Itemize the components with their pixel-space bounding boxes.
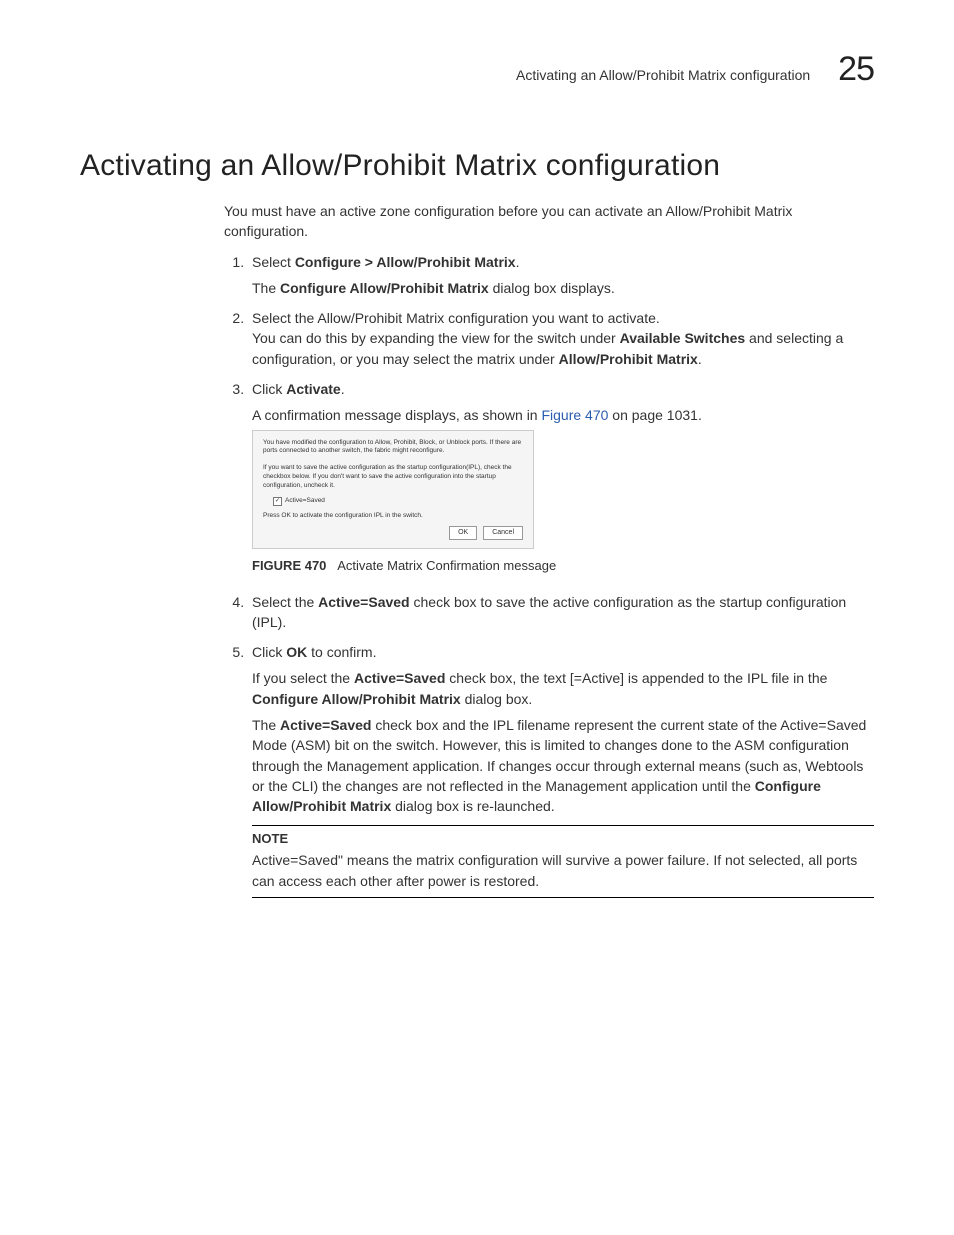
text: Select	[252, 254, 295, 270]
note-block: NOTE Active=Saved" means the matrix conf…	[252, 825, 874, 898]
step-5-paragraph-1: If you select the Active=Saved check box…	[252, 668, 874, 709]
note-title: NOTE	[252, 830, 874, 849]
text: to confirm.	[307, 644, 376, 660]
text: on page 1031.	[608, 407, 701, 423]
text: Select the	[252, 594, 318, 610]
button-name-activate: Activate	[286, 381, 340, 397]
chapter-number: 25	[838, 50, 874, 89]
figure-label: FIGURE 470	[252, 558, 326, 573]
active-saved-checkbox-row: ✓ Active=Saved	[273, 497, 523, 506]
text: dialog box displays.	[489, 280, 615, 296]
text: dialog box.	[461, 691, 533, 707]
cancel-button[interactable]: Cancel	[483, 526, 523, 539]
note-body: Active=Saved" means the matrix configura…	[252, 850, 874, 891]
step-5-paragraph-2: The Active=Saved check box and the IPL f…	[252, 715, 874, 816]
section-title: Activating an Allow/Prohibit Matrix conf…	[80, 149, 874, 183]
step-3: Click Activate. A confirmation message d…	[248, 379, 874, 575]
figure-caption-text: Activate Matrix Confirmation message	[337, 558, 556, 573]
text: You can do this by expanding the view fo…	[252, 330, 620, 346]
label-active-saved: Active=Saved	[280, 717, 371, 733]
step-2: Select the Allow/Prohibit Matrix configu…	[248, 308, 874, 369]
step-5: Click OK to confirm. If you select the A…	[248, 642, 874, 898]
text: The	[252, 280, 280, 296]
dialog-name: Configure Allow/Prohibit Matrix	[280, 280, 489, 296]
content-body: You must have an active zone configurati…	[224, 201, 874, 898]
figure-470-dialog: You have modified the configuration to A…	[252, 430, 534, 549]
figure-470-link[interactable]: Figure 470	[541, 407, 608, 423]
label-available-switches: Available Switches	[620, 330, 746, 346]
text: .	[341, 381, 345, 397]
step-3-result: A confirmation message displays, as show…	[252, 405, 874, 425]
step-1: Select Configure > Allow/Prohibit Matrix…	[248, 252, 874, 299]
text: A confirmation message displays, as show…	[252, 407, 541, 423]
running-header: Activating an Allow/Prohibit Matrix conf…	[80, 50, 874, 89]
text: Click	[252, 644, 286, 660]
checkbox-icon[interactable]: ✓	[273, 497, 282, 506]
menu-path: Configure > Allow/Prohibit Matrix	[295, 254, 516, 270]
text: If you select the	[252, 670, 354, 686]
text: Select the Allow/Prohibit Matrix configu…	[252, 310, 660, 326]
text: .	[698, 351, 702, 367]
intro-paragraph: You must have an active zone configurati…	[224, 201, 874, 242]
ok-button[interactable]: OK	[449, 526, 477, 539]
checkbox-label: Active=Saved	[285, 497, 325, 506]
dialog-text-1: You have modified the configuration to A…	[263, 439, 523, 457]
steps-list: Select Configure > Allow/Prohibit Matrix…	[224, 252, 874, 898]
dialog-buttons: OK Cancel	[263, 526, 523, 539]
page: Activating an Allow/Prohibit Matrix conf…	[0, 0, 954, 968]
button-name-ok: OK	[286, 644, 307, 660]
dialog-name: Configure Allow/Prohibit Matrix	[252, 691, 461, 707]
dialog-text-3: Press OK to activate the configuration I…	[263, 512, 523, 521]
label-active-saved: Active=Saved	[354, 670, 445, 686]
dialog-text-2: If you want to save the active configura…	[263, 464, 523, 490]
text: .	[516, 254, 520, 270]
text: check box, the text [=Active] is appende…	[445, 670, 827, 686]
text: Click	[252, 381, 286, 397]
text: The	[252, 717, 280, 733]
figure-470-caption: FIGURE 470 Activate Matrix Confirmation …	[252, 557, 874, 576]
step-1-result: The Configure Allow/Prohibit Matrix dial…	[252, 278, 874, 298]
label-active-saved: Active=Saved	[318, 594, 409, 610]
text: dialog box is re-launched.	[391, 798, 554, 814]
running-header-title: Activating an Allow/Prohibit Matrix conf…	[516, 67, 810, 83]
label-allow-prohibit-matrix: Allow/Prohibit Matrix	[559, 351, 698, 367]
step-4: Select the Active=Saved check box to sav…	[248, 592, 874, 633]
